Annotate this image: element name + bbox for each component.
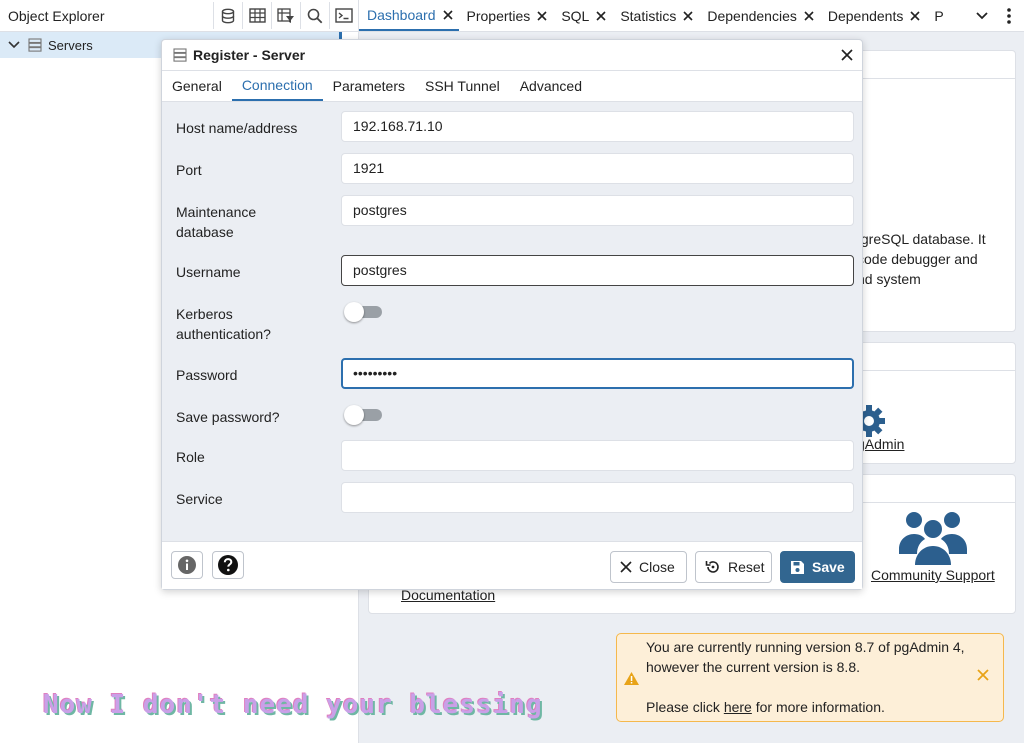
maintenance-db-input[interactable]: postgres bbox=[341, 195, 854, 226]
update-notification: You are currently running version 8.7 of… bbox=[616, 633, 1004, 722]
close-icon[interactable] bbox=[683, 10, 693, 21]
tab-label: Dependencies bbox=[707, 7, 797, 24]
filtered-rows-icon[interactable] bbox=[271, 2, 300, 29]
dialog-title: Register - Server bbox=[193, 47, 306, 63]
more-vertical-icon[interactable] bbox=[994, 0, 1024, 32]
close-button-label: Close bbox=[639, 559, 675, 575]
video-caption: Now I don't need your blessing bbox=[43, 690, 543, 720]
tree-item-label: Servers bbox=[48, 37, 93, 53]
tab-label: Properties bbox=[466, 7, 531, 24]
object-explorer-title: Object Explorer bbox=[8, 7, 105, 24]
kerberos-label: Kerberos authentication? bbox=[176, 306, 271, 342]
tab-dashboard[interactable]: Dashboard bbox=[359, 0, 459, 31]
tab-dependencies[interactable]: Dependencies bbox=[699, 0, 820, 31]
info-button[interactable] bbox=[171, 551, 203, 579]
connection-form: Host name/address 192.168.71.10 Port 192… bbox=[162, 102, 862, 541]
search-icon[interactable] bbox=[300, 2, 329, 29]
reset-button-label: Reset bbox=[728, 559, 765, 575]
tab-label: Dependents bbox=[827, 7, 904, 24]
close-icon[interactable] bbox=[976, 668, 990, 685]
dialog-tabs: General Connection Parameters SSH Tunnel… bbox=[162, 71, 862, 102]
close-icon bbox=[620, 561, 632, 573]
terminal-icon[interactable] bbox=[329, 2, 358, 29]
close-icon[interactable] bbox=[537, 10, 547, 21]
main-tab-bar: Dashboard Properties SQL Statistics Depe… bbox=[359, 0, 1024, 32]
save-password-label: Save password? bbox=[176, 409, 280, 425]
tab-label: Dashboard bbox=[367, 6, 436, 23]
tab-statistics[interactable]: Statistics bbox=[612, 0, 699, 31]
close-icon[interactable] bbox=[832, 49, 862, 61]
help-button[interactable] bbox=[212, 551, 244, 579]
tab-truncated[interactable]: P bbox=[926, 0, 943, 31]
close-icon[interactable] bbox=[804, 10, 814, 21]
tab-connection[interactable]: Connection bbox=[231, 71, 323, 101]
dialog-title-bar[interactable]: Register - Server bbox=[162, 40, 862, 71]
tab-advanced[interactable]: Advanced bbox=[510, 71, 592, 101]
community-support-link[interactable]: Community Support bbox=[871, 567, 995, 583]
tab-properties[interactable]: Properties bbox=[459, 0, 554, 31]
help-icon bbox=[217, 554, 239, 576]
tab-overflow-controls bbox=[970, 0, 1024, 31]
close-button[interactable]: Close bbox=[610, 551, 687, 583]
tab-sql[interactable]: SQL bbox=[553, 0, 612, 31]
service-label: Service bbox=[176, 491, 223, 507]
username-label: Username bbox=[176, 264, 241, 280]
object-explorer-header: Object Explorer bbox=[0, 0, 358, 32]
password-label: Password bbox=[176, 367, 238, 383]
save-password-toggle[interactable] bbox=[344, 405, 382, 425]
database-icon[interactable] bbox=[213, 2, 242, 29]
tab-label: SQL bbox=[561, 7, 590, 24]
role-input[interactable] bbox=[341, 440, 854, 471]
password-input[interactable]: ••••••••• bbox=[341, 358, 854, 389]
host-label: Host name/address bbox=[176, 120, 298, 136]
save-button-label: Save bbox=[812, 559, 845, 575]
toggle-knob bbox=[344, 302, 364, 322]
tab-general[interactable]: General bbox=[162, 71, 232, 101]
table-icon[interactable] bbox=[242, 2, 271, 29]
server-group-icon bbox=[28, 38, 42, 52]
reset-icon bbox=[705, 559, 721, 575]
warning-icon bbox=[623, 671, 640, 689]
tab-dependents[interactable]: Dependents bbox=[820, 0, 927, 31]
username-input[interactable]: postgres bbox=[341, 255, 854, 286]
role-label: Role bbox=[176, 449, 205, 465]
notification-message: You are currently running version 8.7 of… bbox=[646, 639, 965, 715]
port-label: Port bbox=[176, 162, 202, 178]
port-input[interactable]: 1921 bbox=[341, 153, 854, 184]
welcome-text: tgreSQL database. It code debugger and n… bbox=[857, 231, 986, 287]
configure-pgadmin-link[interactable]: gAdmin bbox=[857, 436, 904, 452]
community-icon[interactable] bbox=[897, 509, 969, 570]
tab-label: Statistics bbox=[620, 7, 677, 24]
info-icon bbox=[177, 555, 197, 575]
kerberos-toggle[interactable] bbox=[344, 302, 382, 322]
close-icon[interactable] bbox=[910, 10, 920, 21]
server-icon bbox=[173, 48, 187, 62]
dialog-footer: Close Reset Save bbox=[162, 541, 862, 589]
chevron-down-icon[interactable] bbox=[8, 41, 22, 49]
update-info-link[interactable]: here bbox=[724, 699, 752, 715]
tab-label: P bbox=[934, 7, 944, 24]
tab-parameters[interactable]: Parameters bbox=[323, 71, 415, 101]
close-icon[interactable] bbox=[442, 9, 453, 20]
register-server-dialog: Register - Server General Connection Par… bbox=[161, 39, 863, 590]
host-input[interactable]: 192.168.71.10 bbox=[341, 111, 854, 142]
chevron-down-icon[interactable] bbox=[970, 0, 994, 32]
save-button[interactable]: Save bbox=[780, 551, 855, 583]
service-input[interactable] bbox=[341, 482, 854, 513]
close-icon[interactable] bbox=[596, 10, 606, 21]
save-icon bbox=[790, 560, 805, 575]
maintenance-db-label: Maintenance database bbox=[176, 204, 257, 240]
toggle-knob bbox=[344, 405, 364, 425]
reset-button[interactable]: Reset bbox=[695, 551, 772, 583]
tab-ssh-tunnel[interactable]: SSH Tunnel bbox=[415, 71, 510, 101]
